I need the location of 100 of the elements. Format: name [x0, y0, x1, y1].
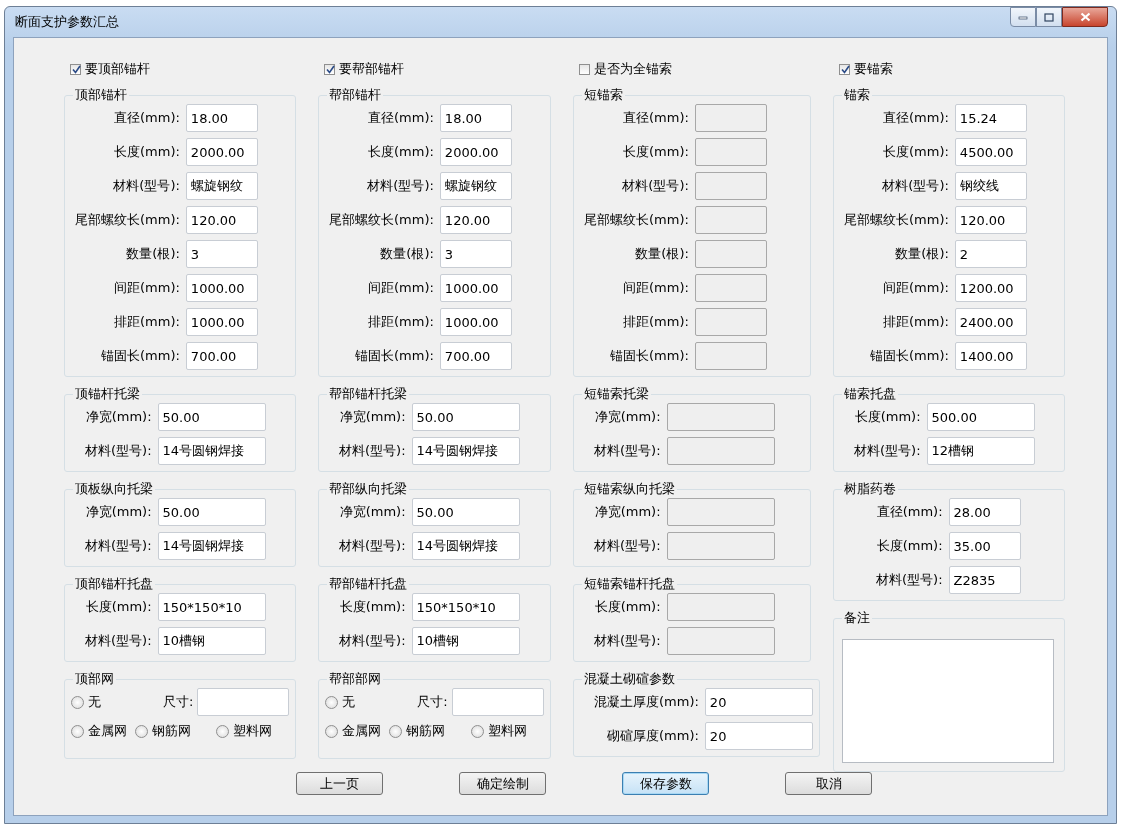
group-title: 短锚索纵向托梁	[583, 480, 676, 498]
minimize-button[interactable]	[1010, 7, 1036, 27]
radio-button[interactable]	[71, 695, 84, 709]
radio-button[interactable]	[216, 724, 230, 738]
input-field[interactable]: 2400.00	[954, 308, 1027, 336]
checkbox[interactable]	[839, 63, 850, 75]
field-label: 材料(型号):	[339, 537, 406, 555]
radio-label: 金属网	[342, 722, 381, 740]
field-label: 材料(型号):	[339, 632, 406, 650]
field-label: 材料(型号):	[85, 537, 152, 555]
radio-button[interactable]	[325, 695, 338, 709]
maximize-button[interactable]	[1036, 7, 1062, 27]
group-title: 备注	[843, 609, 871, 627]
radio-button[interactable]	[71, 724, 84, 738]
input-field[interactable]: 50.00	[157, 498, 266, 526]
close-button[interactable]	[1062, 7, 1108, 27]
input-field[interactable]: 18.00	[439, 104, 512, 132]
input-field[interactable]: 3	[185, 240, 258, 268]
group-title: 帮部锚杆	[328, 86, 382, 104]
input-field[interactable]: 1200.00	[954, 274, 1027, 302]
field-label: 排距(mm):	[113, 313, 180, 331]
input-field[interactable]: 120.00	[439, 206, 512, 234]
group-title: 顶部锚杆	[74, 86, 128, 104]
field-label: 混凝土厚度(mm):	[594, 693, 699, 711]
input-field[interactable]: 4500.00	[954, 138, 1027, 166]
field-label: 净宽(mm):	[85, 408, 152, 426]
input-field[interactable]: 螺旋钢纹	[439, 172, 512, 200]
input-field[interactable]: 14号圆钢焊接	[157, 437, 266, 465]
radio-button[interactable]	[325, 724, 338, 738]
dialog-button[interactable]: 取消	[785, 772, 872, 795]
input-field[interactable]: 20	[704, 722, 813, 750]
field-label: 材料(型号):	[366, 177, 434, 195]
input-field[interactable]: Z2835	[948, 566, 1021, 594]
input-field[interactable]: 18.00	[185, 104, 258, 132]
input-field[interactable]: 50.00	[411, 498, 520, 526]
input-field[interactable]: 14号圆钢焊接	[411, 437, 520, 465]
input-field[interactable]: 10槽钢	[157, 627, 266, 655]
input-field[interactable]: 2000.00	[185, 138, 258, 166]
input-field[interactable]: 700.00	[439, 342, 512, 370]
group-title: 帮部锚杆托梁	[328, 385, 408, 403]
group-title: 混凝土砌碹参数	[583, 670, 676, 688]
checkbox[interactable]	[579, 63, 590, 75]
field-label: 材料(型号):	[881, 177, 949, 195]
group-title: 帮部部网	[328, 670, 382, 688]
input-field[interactable]: 1000.00	[439, 308, 512, 336]
radio-button[interactable]	[470, 724, 484, 738]
input-field[interactable]: 螺旋钢纹	[185, 172, 258, 200]
field-label: 尾部螺纹长(mm):	[844, 211, 949, 229]
input-field[interactable]: 15.24	[954, 104, 1027, 132]
input-field[interactable]: 1000.00	[439, 274, 512, 302]
checkbox[interactable]	[324, 63, 335, 75]
group-title: 顶锚杆托梁	[74, 385, 141, 403]
input-field[interactable]: 500.00	[926, 403, 1035, 431]
input-field[interactable]: 120.00	[954, 206, 1027, 234]
input-field[interactable]: 1000.00	[185, 274, 258, 302]
radio-label: 钢筋网	[406, 722, 446, 740]
group-title: 顶板纵向托梁	[74, 480, 154, 498]
input-field[interactable]: 钢绞线	[954, 172, 1027, 200]
input-field[interactable]: 150*150*10	[157, 593, 266, 621]
field-label: 尾部螺纹长(mm):	[584, 211, 689, 229]
field-label: 数量(根):	[634, 245, 689, 263]
input-field[interactable]: 2	[954, 240, 1027, 268]
field-label: 锚固长(mm):	[354, 347, 434, 365]
group-title: 短锚索托梁	[583, 385, 650, 403]
dialog-button[interactable]: 上一页	[296, 772, 383, 795]
input-field[interactable]	[197, 688, 290, 716]
notes-field[interactable]	[842, 639, 1054, 763]
field-label: 尾部螺纹长(mm):	[75, 211, 180, 229]
field-label: 净宽(mm):	[594, 408, 661, 426]
field-label: 长度(mm):	[882, 143, 949, 161]
dialog-button[interactable]: 确定绘制	[459, 772, 546, 795]
field-label: 长度(mm):	[85, 598, 152, 616]
input-field[interactable]: 50.00	[411, 403, 520, 431]
input-field[interactable]: 20	[704, 688, 813, 716]
radio-button[interactable]	[135, 724, 148, 738]
group-title: 锚索托盘	[843, 385, 897, 403]
field-label: 排距(mm):	[882, 313, 949, 331]
radio-button[interactable]	[389, 724, 403, 738]
input-field[interactable]: 1000.00	[185, 308, 258, 336]
input-field[interactable]: 12槽钢	[926, 437, 1035, 465]
field-label: 直径(mm):	[113, 109, 180, 127]
input-field[interactable]: 700.00	[185, 342, 258, 370]
checkbox[interactable]	[70, 63, 81, 75]
input-field[interactable]: 14号圆钢焊接	[157, 532, 266, 560]
input-field[interactable]: 120.00	[185, 206, 258, 234]
input-field[interactable]	[451, 688, 544, 716]
input-field[interactable]: 1400.00	[954, 342, 1027, 370]
field-label: 间距(mm):	[622, 279, 689, 297]
input-field[interactable]: 35.00	[948, 532, 1021, 560]
radio-label: 钢筋网	[152, 722, 191, 740]
dialog-button[interactable]: 保存参数	[622, 772, 709, 795]
input-field[interactable]: 2000.00	[439, 138, 512, 166]
input-field[interactable]: 10槽钢	[411, 627, 520, 655]
input-field[interactable]: 28.00	[948, 498, 1021, 526]
input-field[interactable]: 150*150*10	[411, 593, 520, 621]
input-field[interactable]: 50.00	[157, 403, 266, 431]
input-field[interactable]: 3	[439, 240, 512, 268]
field-label: 排距(mm):	[622, 313, 689, 331]
checkbox-label: 要帮部锚杆	[339, 60, 404, 78]
input-field[interactable]: 14号圆钢焊接	[411, 532, 520, 560]
